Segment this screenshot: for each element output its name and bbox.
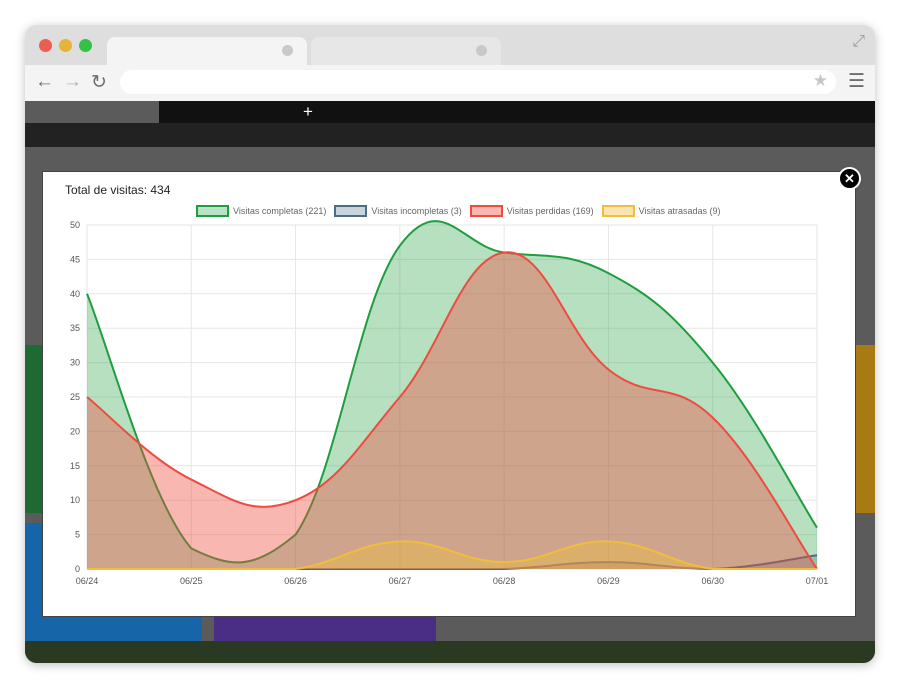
x-tick-label-0: 06/24 bbox=[76, 576, 99, 586]
y-tick-label-4: 20 bbox=[70, 426, 80, 436]
x-tick-label-6: 06/30 bbox=[701, 576, 724, 586]
y-tick-label-1: 5 bbox=[75, 530, 80, 540]
x-tick-label-3: 06/27 bbox=[389, 576, 412, 586]
x-tick-label-5: 06/29 bbox=[597, 576, 620, 586]
chart-areas bbox=[86, 220, 818, 571]
area-chart: 05101520253035404550 06/24 06/25 06/26 06/2… bbox=[70, 220, 829, 586]
y-tick-label-10: 50 bbox=[70, 220, 80, 230]
y-tick-label-3: 15 bbox=[70, 461, 80, 471]
y-axis-labels: 0 5 10 15 20 25 30 35 40 45 50 bbox=[70, 220, 80, 574]
y-tick-label-2: 10 bbox=[70, 495, 80, 505]
y-tick-label-8: 40 bbox=[70, 289, 80, 299]
x-tick-label-7: 07/01 bbox=[806, 576, 829, 586]
x-tick-label-2: 06/26 bbox=[284, 576, 307, 586]
x-tick-label-4: 06/28 bbox=[493, 576, 516, 586]
x-tick-label-1: 06/25 bbox=[180, 576, 203, 586]
y-tick-label-9: 45 bbox=[70, 254, 80, 264]
x-axis-labels: 06/24 06/25 06/26 06/27 06/28 06/29 06/30 07/01 bbox=[76, 576, 829, 586]
y-tick-label-0: 0 bbox=[75, 564, 80, 574]
y-tick-label-7: 35 bbox=[70, 323, 80, 333]
y-tick-label-5: 25 bbox=[70, 392, 80, 402]
y-tick-label-6: 30 bbox=[70, 358, 80, 368]
